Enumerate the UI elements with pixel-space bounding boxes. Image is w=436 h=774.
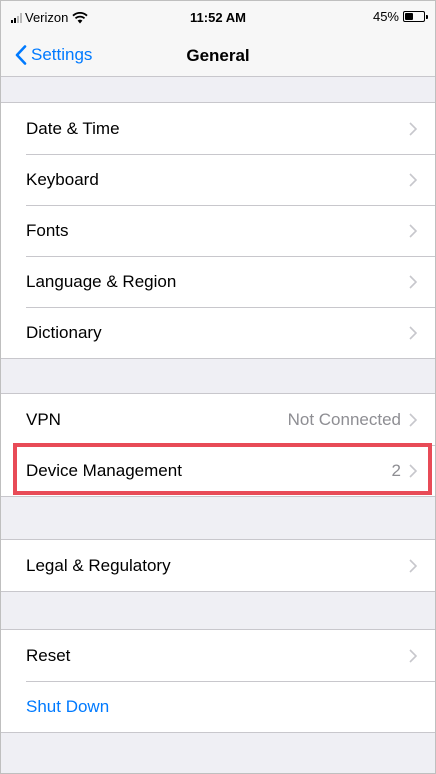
row-keyboard[interactable]: Keyboard xyxy=(1,154,435,205)
vpn-status-value: Not Connected xyxy=(287,409,401,429)
chevron-right-icon xyxy=(409,648,417,663)
row-device-management[interactable]: Device Management 2 xyxy=(1,445,435,496)
chevron-left-icon xyxy=(15,45,27,65)
row-dictionary[interactable]: Dictionary xyxy=(1,307,435,358)
row-label: Device Management xyxy=(26,460,182,480)
battery-percentage: 45% xyxy=(372,9,399,24)
row-label: Date & Time xyxy=(26,118,120,138)
chevron-right-icon xyxy=(409,325,417,340)
chevron-right-icon xyxy=(409,172,417,187)
row-language-region[interactable]: Language & Region xyxy=(1,256,435,307)
settings-group-reset: Reset Shut Down xyxy=(1,629,435,733)
chevron-right-icon xyxy=(409,463,417,478)
row-label: Reset xyxy=(26,645,71,665)
status-bar: Verizon 11:52 AM 45% xyxy=(1,1,435,37)
back-button-label: Settings xyxy=(31,45,93,64)
battery-info: 45% xyxy=(372,9,428,24)
row-reset[interactable]: Reset xyxy=(1,630,435,681)
settings-screen: Verizon 11:52 AM 45% Settings General Da… xyxy=(0,0,436,774)
row-label: Keyboard xyxy=(26,169,99,189)
row-shut-down[interactable]: Shut Down xyxy=(1,681,435,732)
settings-group-network: VPN Not Connected Device Management 2 xyxy=(1,393,435,497)
chevron-right-icon xyxy=(409,121,417,136)
row-label: Fonts xyxy=(26,220,69,240)
settings-group-legal: Legal & Regulatory xyxy=(1,539,435,592)
chevron-right-icon xyxy=(409,274,417,289)
shut-down-link: Shut Down xyxy=(26,696,110,716)
row-label: VPN xyxy=(26,409,61,429)
chevron-right-icon xyxy=(409,558,417,573)
navigation-bar: Settings General xyxy=(1,37,435,77)
row-fonts[interactable]: Fonts xyxy=(1,205,435,256)
settings-group-general: Date & Time Keyboard Fonts Language & Re… xyxy=(1,102,435,359)
row-date-time[interactable]: Date & Time xyxy=(1,103,435,154)
row-label: Language & Region xyxy=(26,271,177,291)
chevron-right-icon xyxy=(409,412,417,427)
back-button[interactable]: Settings xyxy=(15,45,92,65)
row-label: Dictionary xyxy=(26,322,102,342)
clock: 11:52 AM xyxy=(190,10,246,25)
row-legal-regulatory[interactable]: Legal & Regulatory xyxy=(1,540,435,591)
chevron-right-icon xyxy=(409,223,417,238)
row-vpn[interactable]: VPN Not Connected xyxy=(1,394,435,445)
row-label: Legal & Regulatory xyxy=(26,555,171,575)
profile-count-value: 2 xyxy=(391,460,401,480)
battery-icon xyxy=(403,11,428,22)
